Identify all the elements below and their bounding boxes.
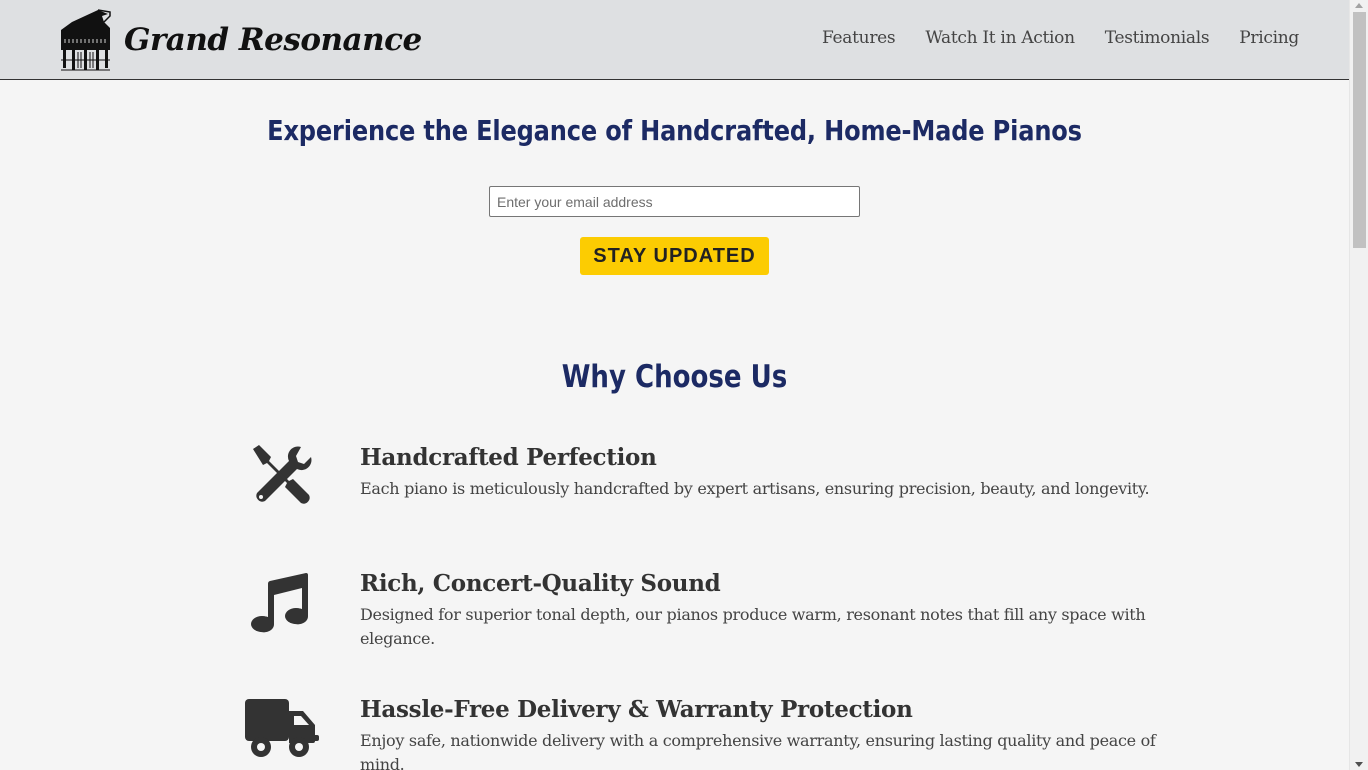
- feature-title: Rich, Concert-Quality Sound: [360, 570, 721, 597]
- feature-title: Hassle-Free Delivery & Warranty Protecti…: [360, 696, 913, 723]
- stay-updated-button[interactable]: STAY UPDATED: [580, 237, 769, 275]
- feature-description: Each piano is meticulously handcrafted b…: [360, 479, 1150, 498]
- email-input[interactable]: [489, 186, 860, 217]
- vertical-scrollbar[interactable]: [1349, 0, 1368, 770]
- scroll-down-arrow-icon[interactable]: [1355, 762, 1363, 767]
- feature-description: Designed for superior tonal depth, our p…: [360, 605, 1146, 648]
- nav-link-testimonials[interactable]: Testimonials: [1105, 28, 1210, 48]
- grand-piano-icon: [61, 9, 111, 71]
- main-nav: Features Watch It in Action Testimonials…: [822, 28, 1299, 48]
- nav-link-features[interactable]: Features: [822, 28, 896, 48]
- feature-text: Hassle-Free Delivery & Warranty Protecti…: [360, 695, 1160, 770]
- feature-title: Handcrafted Perfection: [360, 444, 657, 471]
- feature-text: Handcrafted Perfection Each piano is met…: [360, 443, 1160, 501]
- section-title: Why Choose Us: [561, 359, 788, 395]
- feature-description: Enjoy safe, nationwide delivery with a c…: [360, 731, 1156, 770]
- logo[interactable]: Grand Resonance: [58, 8, 422, 72]
- truck-icon: [240, 695, 322, 765]
- nav-link-pricing[interactable]: Pricing: [1239, 28, 1299, 48]
- nav-link-watch-it-in-action[interactable]: Watch It in Action: [925, 28, 1075, 48]
- music-note-icon: [240, 569, 322, 639]
- brand-name: Grand Resonance: [124, 22, 422, 58]
- hero-title: Experience the Elegance of Handcrafted, …: [267, 114, 1082, 147]
- scroll-up-arrow-icon[interactable]: [1355, 3, 1363, 8]
- scrollbar-thumb[interactable]: [1353, 12, 1366, 248]
- feature-text: Rich, Concert-Quality Sound Designed for…: [360, 569, 1160, 651]
- site-header: Grand Resonance Features Watch It in Act…: [0, 0, 1349, 80]
- tools-icon: [240, 443, 322, 513]
